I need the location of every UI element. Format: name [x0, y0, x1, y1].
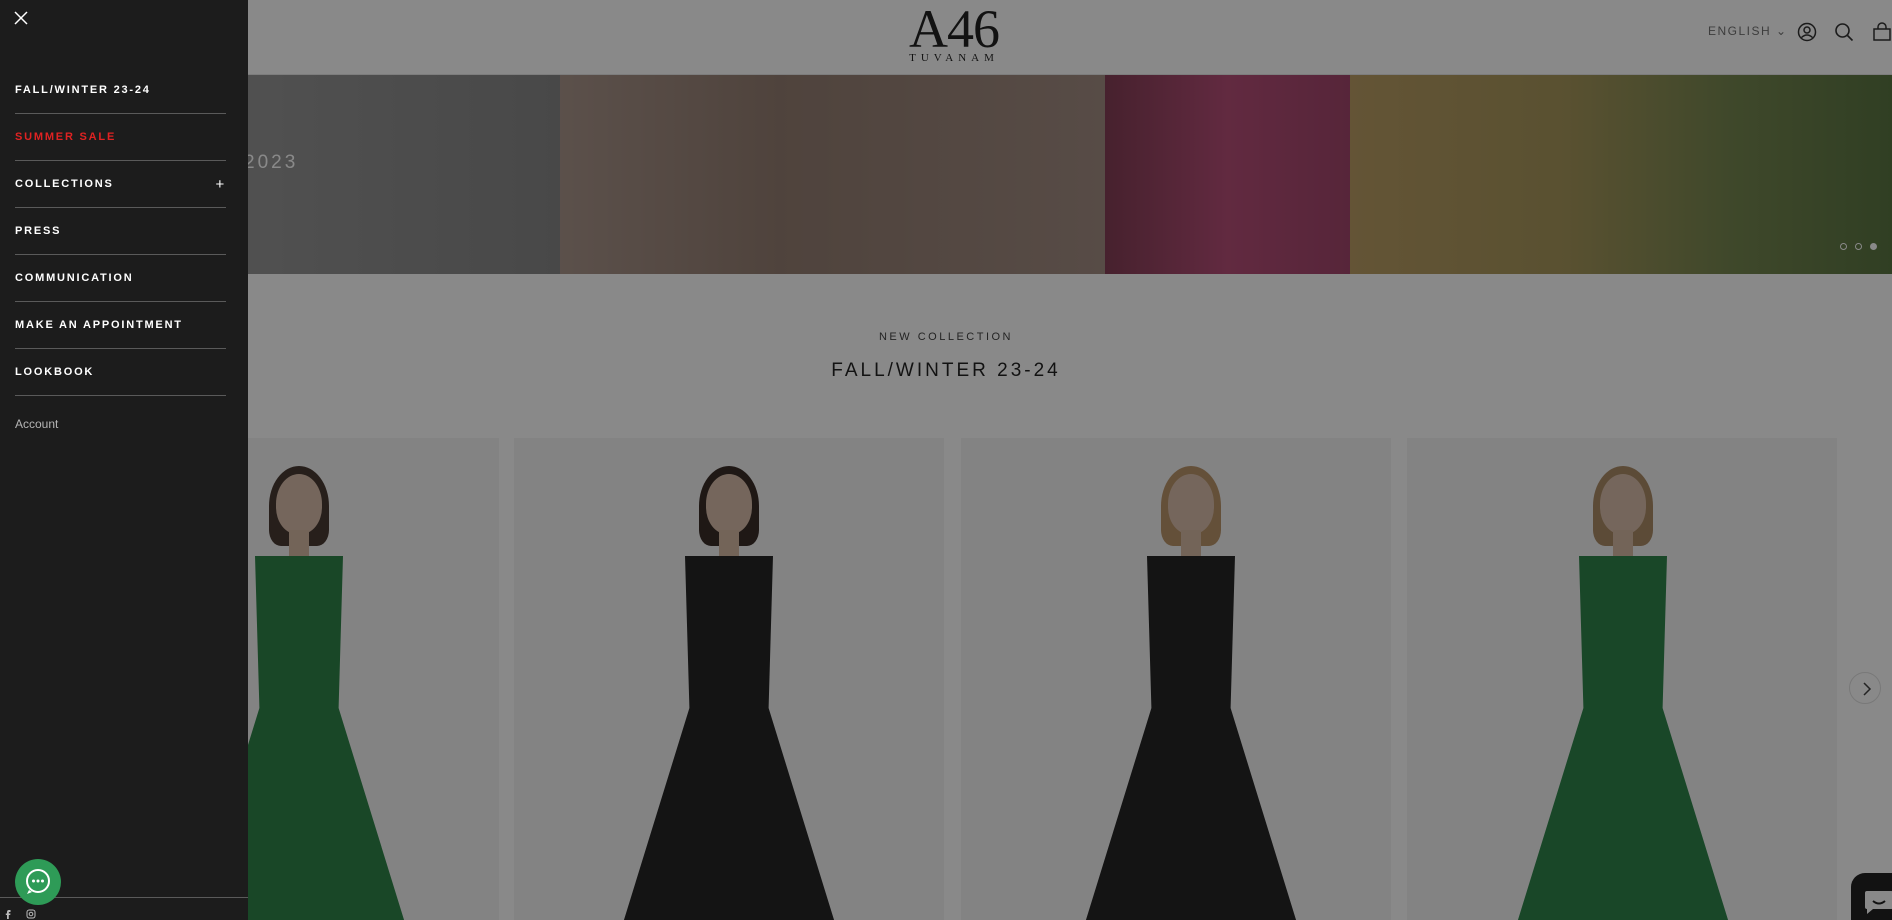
account-link[interactable]: Account [15, 417, 58, 431]
menu-item-communication[interactable]: COMMUNICATION [15, 255, 226, 302]
navigation-drawer: FALL/WINTER 23-24 SUMMER SALE COLLECTION… [0, 0, 248, 920]
menu-item-press[interactable]: PRESS [15, 208, 226, 255]
drawer-overlay[interactable] [0, 0, 1892, 920]
menu-item-label: LOOKBOOK [15, 366, 95, 378]
instagram-icon[interactable] [26, 909, 36, 919]
close-icon[interactable] [13, 10, 29, 26]
menu-item-label: FALL/WINTER 23-24 [15, 84, 151, 96]
plus-icon[interactable]: + [215, 176, 226, 193]
whatsapp-chat-button[interactable] [15, 859, 61, 905]
menu-item-summer-sale[interactable]: SUMMER SALE [15, 114, 226, 161]
message-icon [26, 869, 50, 894]
menu-item-label: PRESS [15, 225, 62, 237]
menu-item-label: MAKE AN APPOINTMENT [15, 319, 183, 331]
menu-item-label: COLLECTIONS [15, 178, 114, 190]
menu-item-collections[interactable]: COLLECTIONS + [15, 161, 226, 208]
page: A46 TUVANAM ENGLISH ⌄ 2023 [0, 0, 1892, 920]
menu-item-label: SUMMER SALE [15, 131, 117, 143]
drawer-menu: FALL/WINTER 23-24 SUMMER SALE COLLECTION… [15, 67, 226, 396]
facebook-icon[interactable] [3, 909, 13, 919]
menu-item-lookbook[interactable]: LOOKBOOK [15, 349, 226, 396]
menu-item-label: COMMUNICATION [15, 272, 134, 284]
menu-item-appointment[interactable]: MAKE AN APPOINTMENT [15, 302, 226, 349]
menu-item-fall-winter[interactable]: FALL/WINTER 23-24 [15, 67, 226, 114]
